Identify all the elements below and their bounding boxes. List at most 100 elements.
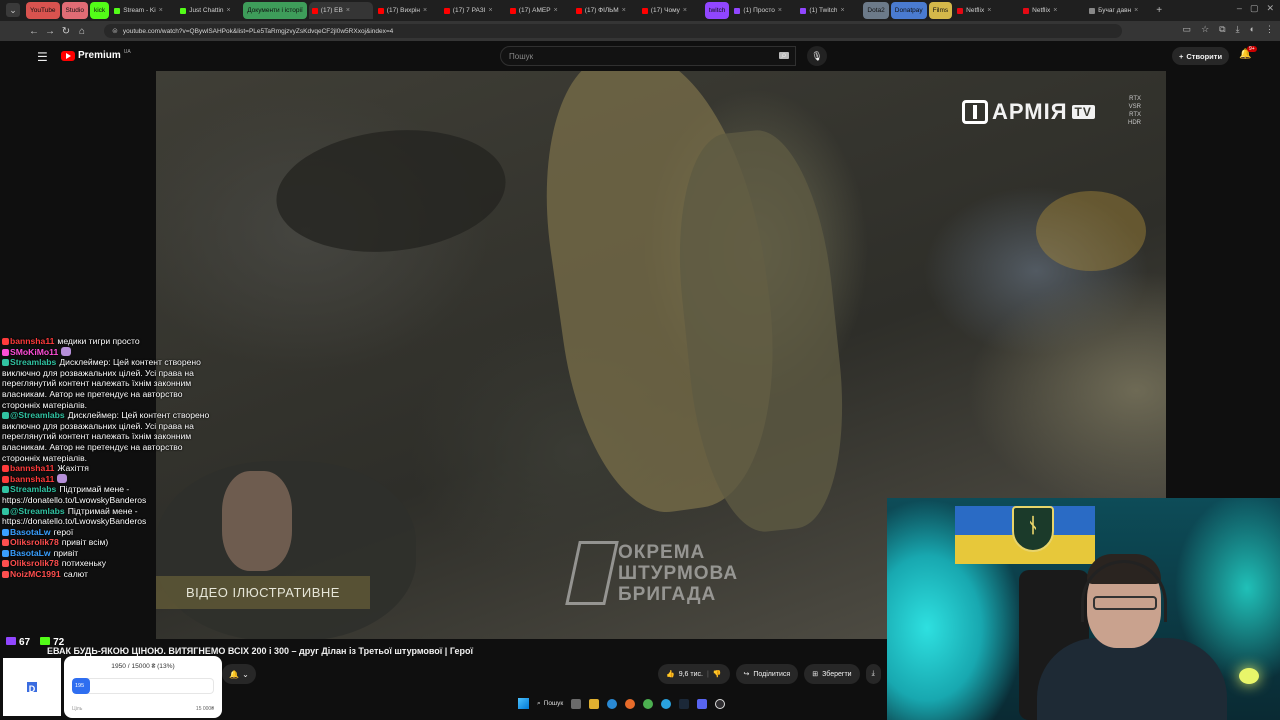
browser-tab[interactable]: (17) АМЕР × bbox=[507, 2, 571, 19]
steam-icon[interactable] bbox=[679, 698, 690, 709]
firefox-icon[interactable] bbox=[625, 698, 636, 709]
reload-icon[interactable]: ↻ bbox=[58, 26, 74, 37]
download-button[interactable]: ⤓ bbox=[865, 664, 881, 684]
create-button[interactable]: + Створити bbox=[1172, 47, 1230, 65]
taskbar-search[interactable]: ⌕ Пошук bbox=[537, 700, 563, 708]
tab-label: (17) АМЕР bbox=[518, 7, 551, 14]
tab-close-icon[interactable]: × bbox=[778, 7, 782, 14]
menu-dots-icon[interactable]: ⋮ bbox=[1265, 24, 1274, 35]
browser-tab[interactable]: (17) ФІЛЬМ × bbox=[573, 2, 637, 19]
goal-amount: 1950 / 15000 ₴ (13%) bbox=[111, 663, 175, 670]
address-bar[interactable]: ⊜ youtube.com/watch?v=QBywlSAHPok&list=P… bbox=[104, 24, 1122, 38]
bookmark-star-icon[interactable]: ☆ bbox=[1201, 24, 1209, 35]
tab-search-icon[interactable]: ⌄ bbox=[6, 3, 20, 17]
browser-tab[interactable]: kick bbox=[89, 2, 110, 19]
browser-tab[interactable]: twitch bbox=[704, 2, 730, 19]
tab-close-icon[interactable]: × bbox=[1134, 7, 1138, 14]
browser-tab[interactable]: Studio bbox=[61, 2, 88, 19]
browser-tab[interactable]: (17) 7 РАЗІ × bbox=[441, 2, 505, 19]
browser-tab[interactable]: (17) ЕВ × bbox=[308, 2, 373, 19]
quality-badge: VSR bbox=[1128, 104, 1141, 110]
save-button[interactable]: ⊞ Зберегти bbox=[804, 664, 860, 684]
search-icon[interactable]: ⌕ bbox=[774, 46, 794, 66]
browser-tab-strip: ⌄ YouTube Studio kick Stream - Ki × Just Chat… bbox=[0, 0, 1280, 21]
browser-tab[interactable]: Документи і історії bbox=[243, 2, 307, 19]
forward-icon[interactable]: → bbox=[42, 26, 58, 37]
chat-text: медики тигри просто bbox=[57, 336, 140, 346]
subscription-bell-button[interactable]: 🔔 ⌄ bbox=[222, 664, 256, 684]
tab-favicon-icon bbox=[734, 7, 741, 14]
channel-watermark: АРМІЯ TV bbox=[962, 99, 1095, 125]
tab-close-icon[interactable]: × bbox=[159, 7, 163, 14]
browser-tab[interactable]: YouTube bbox=[26, 2, 60, 19]
tab-label: YouTube bbox=[30, 7, 56, 14]
minimize-icon[interactable]: – bbox=[1237, 3, 1242, 14]
browser-tab[interactable]: Dota2 bbox=[863, 2, 889, 19]
windows-start-icon[interactable] bbox=[518, 698, 529, 709]
tab-close-icon[interactable]: × bbox=[840, 7, 844, 14]
video-frame-shape bbox=[270, 119, 512, 263]
browser-tab[interactable]: Donatpay bbox=[890, 2, 927, 19]
browser-tab[interactable]: Stream - Ki × bbox=[111, 2, 175, 19]
maximize-icon[interactable]: ▢ bbox=[1250, 3, 1259, 14]
home-icon[interactable]: ⌂ bbox=[74, 26, 90, 37]
chrome-icon[interactable] bbox=[643, 698, 654, 709]
search-input[interactable] bbox=[509, 51, 749, 61]
tab-label: Netflix bbox=[966, 7, 985, 14]
browser-tab[interactable]: Netflix × bbox=[954, 2, 1018, 19]
share-button[interactable]: ↪ Поділитися bbox=[735, 664, 799, 684]
chat-emote-icon bbox=[57, 473, 68, 483]
profile-icon[interactable]: ◐ bbox=[1250, 24, 1255, 35]
chat-message: BasotaLw герої bbox=[2, 527, 222, 538]
tab-close-icon[interactable]: × bbox=[987, 7, 991, 14]
new-tab-button[interactable]: + bbox=[1152, 5, 1166, 16]
extensions-icon[interactable]: ⧉ bbox=[1219, 24, 1225, 35]
tab-label: (17) 7 РАЗІ bbox=[452, 7, 486, 14]
edge-icon[interactable] bbox=[607, 698, 618, 709]
tab-close-icon[interactable]: × bbox=[554, 7, 558, 14]
tab-close-icon[interactable]: × bbox=[683, 7, 687, 14]
browser-tab[interactable]: Netflix × bbox=[1020, 2, 1084, 19]
download-icon[interactable]: ⤓ bbox=[1236, 24, 1240, 35]
back-icon[interactable]: ← bbox=[26, 26, 42, 37]
goal-right-label: 15 000₴ bbox=[195, 706, 214, 712]
site-info-icon[interactable]: ⊜ bbox=[112, 27, 118, 35]
chat-message: bannsha11 Жахіття bbox=[2, 463, 222, 474]
tab-close-icon[interactable]: × bbox=[227, 7, 231, 14]
browser-tab[interactable]: (17) Вихрін × bbox=[375, 2, 439, 19]
like-button[interactable]: 👍 9,6 тис. | 👎 bbox=[658, 664, 730, 684]
quality-badge: RTX bbox=[1129, 96, 1141, 102]
discord-icon[interactable] bbox=[697, 698, 708, 709]
youtube-logo[interactable]: Premium UA bbox=[61, 49, 131, 61]
tab-favicon-icon bbox=[641, 7, 648, 14]
tab-close-icon[interactable]: × bbox=[1053, 7, 1057, 14]
browser-tab[interactable]: Бучаг давн × bbox=[1086, 2, 1150, 19]
video-title: ЕВАК БУДЬ-ЯКОЮ ЦІНОЮ. ВИТЯГНЕМО ВСІХ 200… bbox=[47, 646, 474, 656]
address-url: youtube.com/watch?v=QBywlSAHPok&list=PLe… bbox=[122, 27, 394, 35]
telegram-icon[interactable] bbox=[661, 698, 672, 709]
notification-count: 9+ bbox=[1247, 46, 1257, 52]
tab-close-icon[interactable]: × bbox=[346, 7, 350, 14]
tab-favicon-icon bbox=[1023, 7, 1030, 14]
microphone-icon[interactable]: 🎙 bbox=[807, 46, 827, 66]
goal-progress-bar: 195 bbox=[72, 678, 214, 694]
chat-platform-badge-icon bbox=[2, 507, 9, 515]
cast-icon[interactable]: ▭ bbox=[1183, 24, 1192, 35]
browser-tab[interactable]: (1) Twitch × bbox=[797, 2, 861, 19]
browser-tab[interactable]: Just Chattin × bbox=[177, 2, 241, 19]
guide-menu-icon[interactable]: ☰ bbox=[37, 50, 48, 64]
tab-label: (17) ЕВ bbox=[320, 7, 343, 14]
goal-left-label: Ціль bbox=[72, 706, 83, 712]
tab-close-icon[interactable]: × bbox=[423, 7, 427, 14]
obs-icon[interactable] bbox=[715, 698, 726, 709]
task-view-icon[interactable] bbox=[571, 698, 582, 709]
browser-tab[interactable]: (1) Просто × bbox=[731, 2, 795, 19]
close-window-icon[interactable]: ✕ bbox=[1266, 3, 1274, 14]
browser-tab[interactable]: Films bbox=[928, 2, 953, 19]
video-actions: 👍 9,6 тис. | 👎 ↪ Поділитися ⊞ Зберегти ⤓ bbox=[658, 664, 881, 684]
file-explorer-icon[interactable] bbox=[589, 698, 600, 709]
thumbs-down-icon[interactable]: 👎 bbox=[713, 670, 722, 678]
tab-close-icon[interactable]: × bbox=[488, 7, 492, 14]
tab-close-icon[interactable]: × bbox=[622, 7, 626, 14]
browser-tab[interactable]: (17) Чому × bbox=[639, 2, 703, 19]
